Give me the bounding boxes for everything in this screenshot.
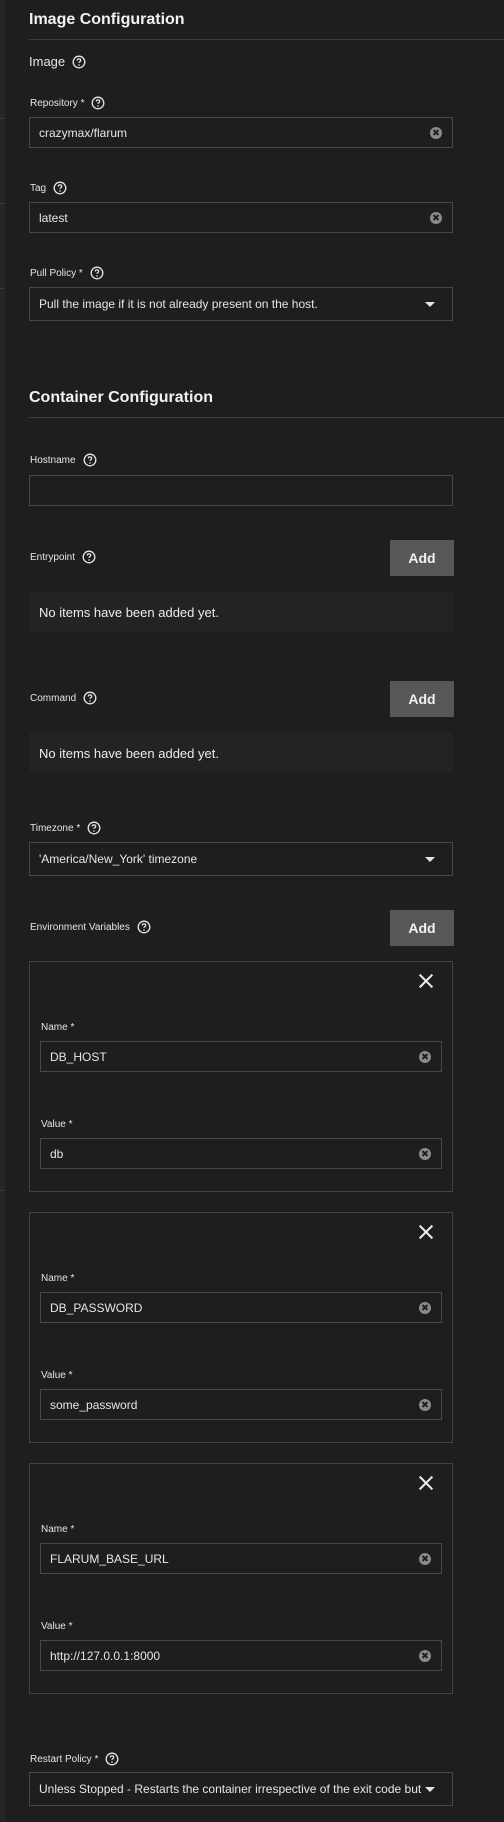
help-circle-icon[interactable] [72, 55, 86, 69]
help-circle-icon[interactable] [90, 266, 104, 280]
image-group-label: Image [29, 54, 86, 69]
restart-policy-label-text: Restart Policy * [30, 1753, 99, 1765]
restart-policy-value: Unless Stopped - Restarts the container … [39, 1782, 425, 1796]
env-name-label: Name * [41, 1022, 74, 1033]
hostname-label: Hostname [30, 453, 97, 467]
tag-value: latest [39, 210, 68, 225]
pull-policy-label-text: Pull Policy * [30, 267, 83, 279]
env-name-input[interactable]: DB_PASSWORD [40, 1292, 442, 1323]
env-value-label: Value * [41, 1119, 73, 1130]
timezone-select[interactable]: 'America/New_York' timezone [29, 842, 453, 876]
clear-circle-icon[interactable] [419, 1301, 431, 1314]
tag-label: Tag [30, 181, 67, 195]
command-label-text: Command [30, 692, 77, 704]
repository-label: Repository * [30, 96, 105, 110]
caret-down-icon[interactable] [425, 301, 435, 307]
env-value-label-text: Value * [41, 1621, 73, 1632]
env-value-label-text: Value * [41, 1119, 73, 1130]
restart-policy-select[interactable]: Unless Stopped - Restarts the container … [29, 1772, 453, 1806]
clear-circle-icon[interactable] [419, 1050, 431, 1063]
repository-input[interactable]: crazymax/flarum [29, 117, 453, 148]
tag-label-text: Tag [30, 182, 47, 194]
env-name-input[interactable]: DB_HOST [40, 1041, 442, 1072]
section-divider [29, 39, 504, 40]
env-value-input[interactable]: http://127.0.0.1:8000 [40, 1640, 442, 1671]
command-empty-state: No items have been added yet. [29, 733, 453, 773]
clear-circle-icon[interactable] [419, 1398, 431, 1411]
entrypoint-empty-state: No items have been added yet. [29, 592, 453, 632]
help-circle-icon[interactable] [83, 453, 97, 467]
env-value-value: some_password [50, 1397, 138, 1412]
env-name-value: FLARUM_BASE_URL [50, 1551, 169, 1566]
help-circle-icon[interactable] [53, 181, 67, 195]
close-icon[interactable] [417, 1474, 435, 1492]
caret-down-icon[interactable] [425, 856, 435, 862]
left-rail [0, 0, 5, 1822]
rail-divider [0, 288, 5, 289]
pull-policy-select[interactable]: Pull the image if it is not already pres… [29, 287, 453, 321]
env-name-input[interactable]: FLARUM_BASE_URL [40, 1543, 442, 1574]
env-name-value: DB_HOST [50, 1049, 107, 1064]
help-circle-icon[interactable] [137, 920, 151, 934]
command-label: Command [30, 691, 97, 705]
env-name-label-text: Name * [41, 1022, 75, 1033]
image-label-text: Image [29, 54, 66, 69]
clear-circle-icon[interactable] [419, 1147, 431, 1160]
clear-circle-icon[interactable] [430, 126, 442, 139]
help-circle-icon[interactable] [91, 96, 105, 110]
env-value-value: db [50, 1146, 64, 1161]
section-divider [29, 417, 504, 418]
rail-divider [0, 118, 5, 119]
rail-divider [0, 203, 5, 204]
hostname-label-text: Hostname [30, 454, 76, 466]
close-icon[interactable] [417, 972, 435, 990]
env-value-label: Value * [41, 1621, 73, 1632]
env-value-label: Value * [41, 1370, 73, 1381]
env-value-input[interactable]: some_password [40, 1389, 442, 1420]
env-vars-label-text: Environment Variables [30, 921, 130, 933]
close-icon[interactable] [417, 1223, 435, 1241]
entrypoint-label-text: Entrypoint [30, 551, 76, 563]
entrypoint-label: Entrypoint [30, 550, 96, 564]
repository-value: crazymax/flarum [39, 125, 128, 140]
clear-circle-icon[interactable] [430, 211, 442, 224]
clear-circle-icon[interactable] [419, 1649, 431, 1662]
help-circle-icon[interactable] [87, 821, 101, 835]
env-name-label-text: Name * [41, 1524, 75, 1535]
env-name-label: Name * [41, 1524, 74, 1535]
help-circle-icon[interactable] [83, 691, 97, 705]
add-env-var-button[interactable]: Add [390, 910, 454, 946]
rail-divider [0, 1190, 5, 1191]
add-entrypoint-button[interactable]: Add [390, 540, 454, 576]
section-title-image-configuration: Image Configuration [29, 11, 185, 28]
env-name-value: DB_PASSWORD [50, 1300, 143, 1315]
timezone-label: Timezone * [30, 821, 101, 835]
hostname-input[interactable] [29, 475, 453, 506]
env-value-label-text: Value * [41, 1370, 73, 1381]
section-title-container-configuration: Container Configuration [29, 389, 213, 406]
add-command-button[interactable]: Add [390, 681, 454, 717]
help-circle-icon[interactable] [105, 1752, 119, 1766]
pull-policy-value: Pull the image if it is not already pres… [39, 297, 318, 311]
timezone-value: 'America/New_York' timezone [39, 852, 198, 866]
caret-down-icon[interactable] [425, 1786, 435, 1792]
env-name-label: Name * [41, 1273, 74, 1284]
pull-policy-label: Pull Policy * [30, 266, 104, 280]
clear-circle-icon[interactable] [419, 1552, 431, 1565]
env-name-label-text: Name * [41, 1273, 75, 1284]
repository-label-text: Repository * [30, 97, 85, 109]
env-value-input[interactable]: db [40, 1138, 442, 1169]
env-vars-label: Environment Variables [30, 920, 151, 934]
timezone-label-text: Timezone * [30, 822, 81, 834]
env-value-value: http://127.0.0.1:8000 [50, 1648, 161, 1663]
help-circle-icon[interactable] [82, 550, 96, 564]
tag-input[interactable]: latest [29, 202, 453, 233]
restart-policy-label: Restart Policy * [30, 1752, 119, 1766]
